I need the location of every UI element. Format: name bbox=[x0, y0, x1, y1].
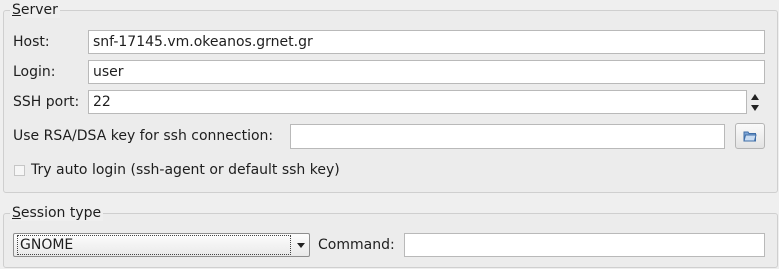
spin-up-icon[interactable] bbox=[751, 94, 759, 100]
command-input[interactable] bbox=[404, 233, 765, 257]
session-type-value: GNOME bbox=[17, 235, 291, 255]
session-type-group-title: Session type bbox=[10, 205, 104, 221]
chevron-down-icon[interactable] bbox=[297, 243, 305, 248]
folder-open-icon bbox=[743, 131, 757, 142]
session-type-select[interactable]: GNOME bbox=[13, 233, 310, 257]
rsa-key-label: Use RSA/DSA key for ssh connection: bbox=[13, 128, 274, 144]
spin-down-icon[interactable] bbox=[751, 105, 759, 111]
login-label: Login: bbox=[13, 64, 56, 80]
ssh-port-input[interactable]: 22 bbox=[88, 90, 747, 114]
command-label: Command: bbox=[318, 237, 395, 253]
spin-arrows-icon[interactable] bbox=[749, 90, 763, 116]
browse-key-button[interactable] bbox=[735, 123, 765, 149]
host-label: Host: bbox=[13, 34, 50, 50]
host-input[interactable]: snf-17145.vm.okeanos.grnet.gr bbox=[88, 30, 765, 54]
auto-login-label[interactable]: Try auto login (ssh-agent or default ssh… bbox=[31, 161, 340, 179]
login-input[interactable]: user bbox=[88, 60, 765, 84]
auto-login-checkbox[interactable] bbox=[14, 165, 25, 176]
server-group-title: Server bbox=[10, 2, 60, 18]
rsa-key-input[interactable] bbox=[290, 124, 725, 149]
ssh-port-label: SSH port: bbox=[13, 94, 80, 110]
